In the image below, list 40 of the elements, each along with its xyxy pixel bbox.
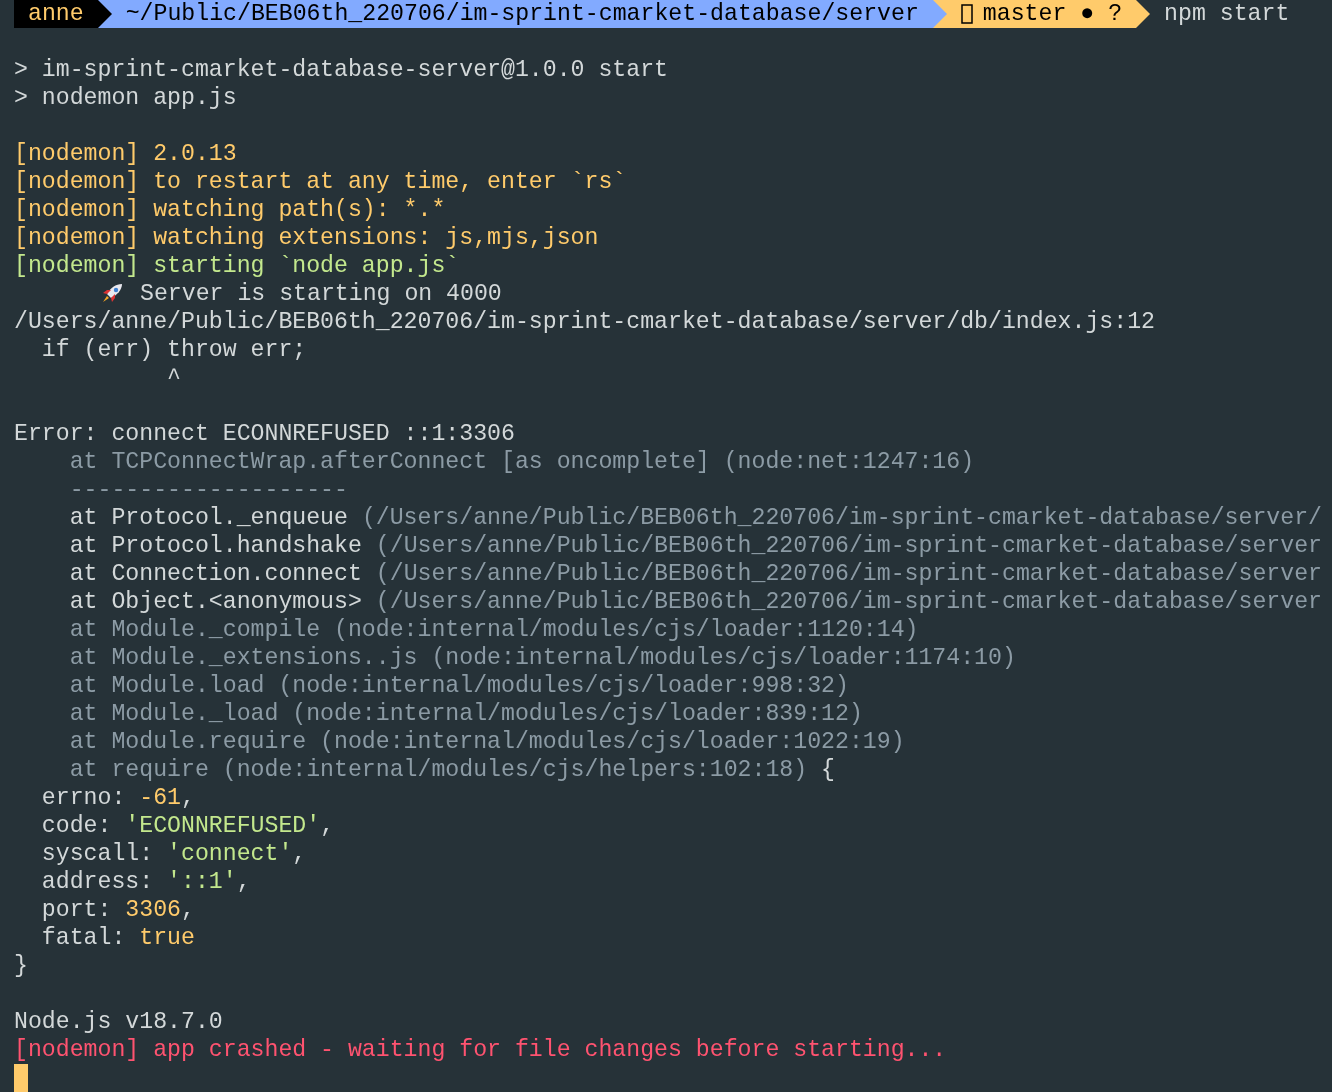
output-line: at Module._load (node:internal/modules/cjs/loader:839:12): [68, 700, 863, 728]
output-line: at require (node:internal/modules/cjs/helpers:102:18) {: [68, 756, 835, 784]
output-line: [nodemon] starting `node app.js`: [14, 252, 460, 280]
output-line: syscall: 'connect',: [40, 840, 307, 868]
output-line: code: 'ECONNREFUSED',: [40, 812, 335, 840]
output-line: }: [14, 952, 28, 980]
output-line: at Module.load (node:internal/modules/cjs/loader:998:32): [68, 672, 849, 700]
branch-name: master: [981, 0, 1067, 28]
git-status: ● ?: [1079, 0, 1124, 28]
output-line: at Connection.connect (/Users/anne/Public/BEB06th_220706/im-sprint-cmarket-database/server: [68, 560, 1322, 588]
output-line: errno: -61,: [40, 784, 195, 812]
output-line: Error: connect ECONNREFUSED ::1:3306: [14, 420, 515, 448]
output-line: Server is starting on 4000: [140, 280, 502, 308]
command-text: npm start: [1163, 0, 1290, 28]
output-line: at Module._compile (node:internal/modules/cjs/loader:1120:14): [68, 616, 919, 644]
output-line: [nodemon] watching extensions: js,mjs,json: [14, 224, 599, 252]
output-line: [nodemon] 2.0.13: [14, 140, 237, 168]
output-line: at TCPConnectWrap.afterConnect [as oncomplete] (node:net:1247:16): [68, 448, 975, 476]
output-line: --------------------: [68, 476, 348, 504]
output-line: [nodemon] to restart at any time, enter `rs`: [14, 168, 627, 196]
output-line: if (err) throw err;: [40, 336, 307, 364]
missing-glyph-icon: [960, 4, 973, 24]
output-line: > im-sprint-cmarket-database-server@1.0.0 start: [14, 56, 668, 84]
separator-arrow-icon: [97, 0, 112, 28]
output-line: /Users/anne/Public/BEB06th_220706/im-sprint-cmarket-database/server/db/index.js:12: [14, 308, 1155, 336]
output-line: [nodemon] watching path(s): *.*: [14, 196, 446, 224]
output-line: at Protocol._enqueue (/Users/anne/Public/BEB06th_220706/im-sprint-cmarket-database/server/: [68, 504, 1322, 532]
output-line: Node.js v18.7.0: [14, 1008, 223, 1036]
output-line: at Object.<anonymous> (/Users/anne/Public/BEB06th_220706/im-sprint-cmarket-database/server: [68, 588, 1322, 616]
output-line: at Protocol.handshake (/Users/anne/Public/BEB06th_220706/im-sprint-cmarket-database/server: [68, 532, 1322, 560]
output-line: at Module.require (node:internal/modules/cjs/loader:1022:19): [68, 728, 905, 756]
output-line: at Module._extensions..js (node:internal/modules/cjs/loader:1174:10): [68, 644, 1016, 672]
output-line: ^: [166, 364, 181, 392]
output-line: fatal: true: [40, 924, 195, 952]
output-line: > nodemon app.js: [14, 84, 237, 112]
output-line: port: 3306,: [40, 896, 195, 924]
prompt-path: ~/Public/BEB06th_220706/im-sprint-cmarket-database/server: [124, 0, 920, 28]
output-line: address: '::1',: [40, 868, 251, 896]
text-cursor: [14, 1064, 28, 1092]
output-line: [nodemon] app crashed - waiting for file changes before starting...: [14, 1036, 947, 1064]
